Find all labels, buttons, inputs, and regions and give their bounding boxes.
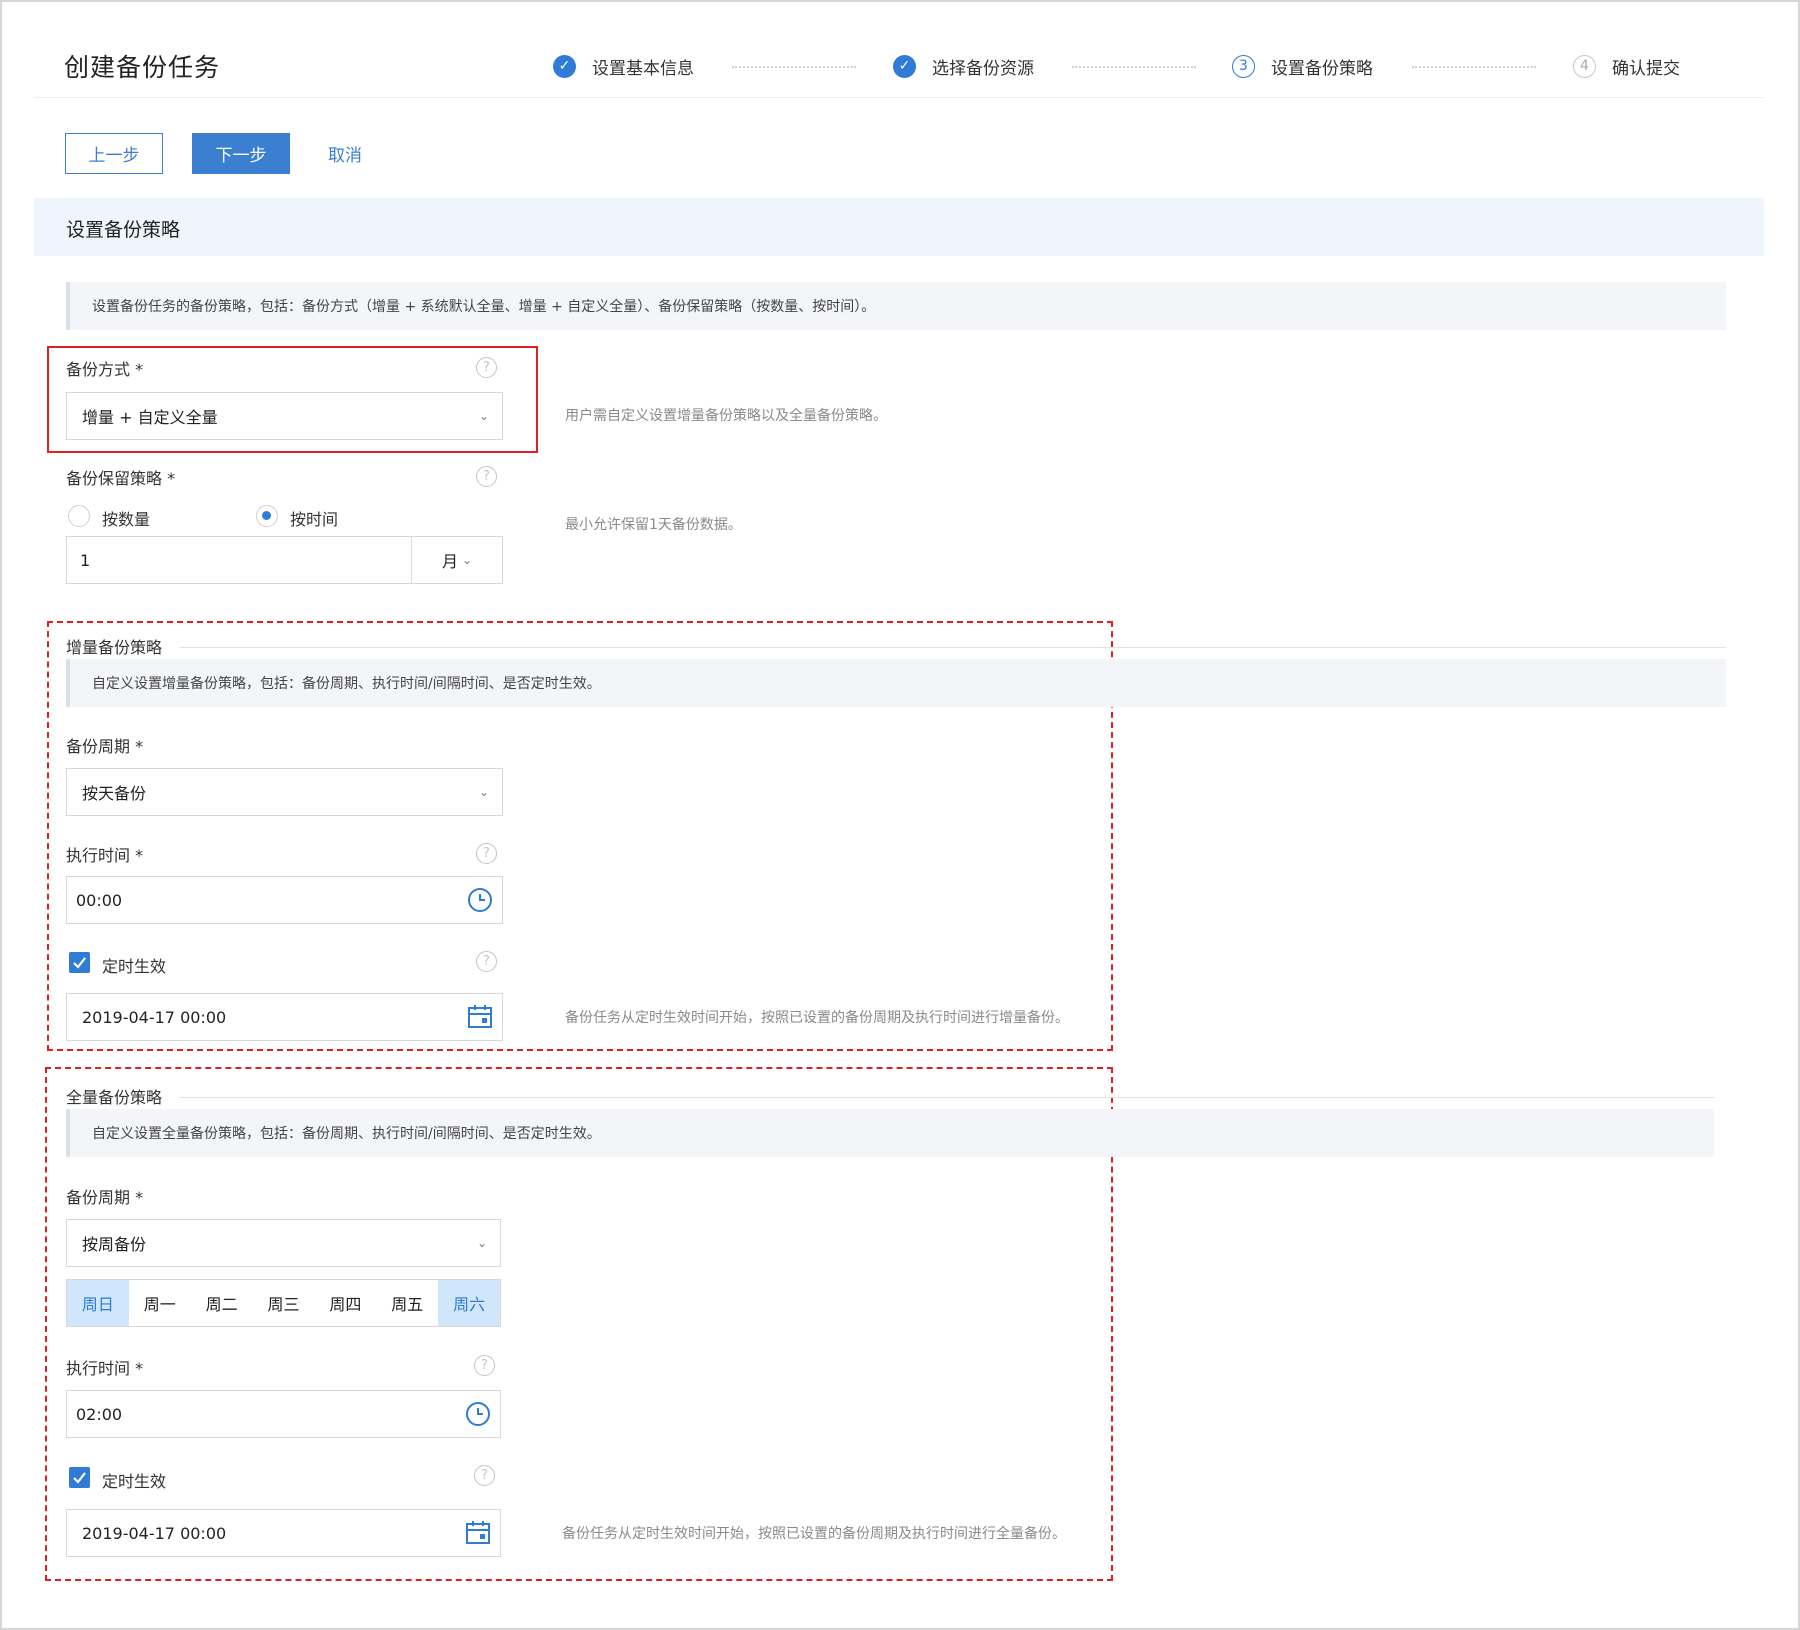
full-datetime-input[interactable]: 2019-04-17 00:00 [66, 1509, 501, 1557]
incremental-cycle-label: 备份周期 * [66, 737, 144, 756]
weekday-sunday[interactable]: 周日 [67, 1280, 129, 1326]
legend-divider [180, 647, 1726, 648]
calendar-icon[interactable] [456, 1520, 500, 1546]
chevron-down-icon: ⌄ [478, 785, 490, 799]
step-number-icon: 4 [1573, 54, 1596, 78]
input-value: 00:00 [76, 890, 123, 910]
help-icon[interactable]: ? [474, 1355, 495, 1376]
full-time-input[interactable]: 02:00 [66, 1390, 501, 1438]
step-basic-info: ✓ 设置基本信息 [553, 52, 694, 80]
step-connector [732, 66, 856, 68]
full-time-label: 执行时间 * [66, 1359, 144, 1378]
chevron-down-icon: ⌄ [461, 553, 473, 567]
weekday-friday[interactable]: 周五 [376, 1280, 438, 1326]
incremental-cycle-select[interactable]: 按天备份 ⌄ [66, 768, 503, 816]
incremental-datetime-input[interactable]: 2019-04-17 00:00 [66, 993, 503, 1041]
step-label: 设置备份策略 [1271, 58, 1373, 79]
notice-text: 自定义设置全量备份策略，包括：备份周期、执行时间/间隔时间、是否定时生效。 [92, 1126, 601, 1142]
backup-mode-label: 备份方式 * [66, 360, 144, 379]
help-icon[interactable]: ? [476, 357, 497, 378]
clock-icon[interactable] [456, 1401, 500, 1427]
section-header: 设置备份策略 [34, 198, 1764, 256]
input-value: 2019-04-17 00:00 [82, 1523, 227, 1543]
incremental-timed-checkbox[interactable] [69, 952, 90, 973]
chevron-down-icon: ⌄ [476, 1236, 488, 1250]
calendar-icon[interactable] [458, 1004, 502, 1030]
input-value: 2019-04-17 00:00 [82, 1007, 227, 1027]
full-timed-label: 定时生效 [102, 1472, 167, 1491]
header-divider [34, 97, 1764, 98]
retention-value-input[interactable]: 1 [66, 536, 412, 584]
weekday-monday[interactable]: 周一 [129, 1280, 191, 1326]
notice-text: 自定义设置增量备份策略，包括：备份周期、执行时间/间隔时间、是否定时生效。 [92, 676, 601, 692]
help-icon[interactable]: ? [476, 466, 497, 487]
policy-notice: 设置备份任务的备份策略，包括：备份方式（增量 + 系统默认全量、增量 + 自定义… [66, 282, 1726, 330]
step-label: 设置基本信息 [592, 58, 694, 79]
backup-mode-select[interactable]: 增量 + 自定义全量 ⌄ [66, 392, 503, 440]
prev-step-button[interactable]: 上一步 [65, 133, 163, 174]
step-label: 选择备份资源 [932, 58, 1034, 79]
section-title: 设置备份策略 [66, 219, 181, 241]
incremental-notice: 自定义设置增量备份策略，包括：备份周期、执行时间/间隔时间、是否定时生效。 [66, 659, 1726, 707]
check-circle-icon: ✓ [893, 54, 916, 78]
full-cycle-label: 备份周期 * [66, 1188, 144, 1207]
retention-hint: 最小允许保留1天备份数据。 [565, 517, 742, 533]
retention-time-label: 按时间 [290, 510, 339, 529]
step-number-icon: 3 [1232, 54, 1255, 78]
check-icon [73, 957, 86, 969]
retention-unit-select[interactable]: 月 ⌄ [411, 536, 503, 584]
backup-mode-hint: 用户需自定义设置增量备份策略以及全量备份策略。 [565, 408, 887, 424]
legend-divider [180, 1097, 1714, 1098]
retention-label: 备份保留策略 * [66, 469, 176, 488]
full-title: 全量备份策略 [66, 1088, 163, 1107]
weekday-selector: 周日 周一 周二 周三 周四 周五 周六 [66, 1279, 501, 1327]
cancel-button[interactable]: 取消 [305, 133, 385, 174]
retention-time-radio[interactable] [256, 505, 278, 527]
help-icon[interactable]: ? [476, 843, 497, 864]
retention-count-radio[interactable] [68, 505, 90, 527]
select-value: 月 [441, 552, 458, 571]
step-select-resources: ✓ 选择备份资源 [893, 52, 1034, 80]
incremental-time-label: 执行时间 * [66, 846, 144, 865]
weekday-wednesday[interactable]: 周三 [253, 1280, 315, 1326]
step-connector [1072, 66, 1196, 68]
weekday-tuesday[interactable]: 周二 [191, 1280, 253, 1326]
select-value: 增量 + 自定义全量 [82, 408, 218, 427]
input-value: 02:00 [76, 1404, 123, 1424]
incremental-title: 增量备份策略 [66, 638, 163, 657]
step-label: 确认提交 [1612, 58, 1680, 79]
select-value: 按周备份 [82, 1235, 147, 1254]
notice-text: 设置备份任务的备份策略，包括：备份方式（增量 + 系统默认全量、增量 + 自定义… [92, 299, 876, 315]
incremental-time-input[interactable]: 00:00 [66, 876, 503, 924]
next-step-button[interactable]: 下一步 [192, 133, 290, 174]
full-timed-checkbox[interactable] [69, 1467, 90, 1488]
clock-icon[interactable] [458, 887, 502, 913]
check-circle-icon: ✓ [553, 54, 576, 78]
retention-count-label: 按数量 [102, 510, 151, 529]
incremental-timed-label: 定时生效 [102, 957, 167, 976]
step-connector [1412, 66, 1536, 68]
full-hint: 备份任务从定时生效时间开始，按照已设置的备份周期及执行时间进行全量备份。 [562, 1526, 1066, 1542]
weekday-thursday[interactable]: 周四 [314, 1280, 376, 1326]
step-backup-policy: 3 设置备份策略 [1232, 52, 1373, 80]
page-title: 创建备份任务 [64, 53, 221, 82]
input-value: 1 [80, 550, 91, 570]
help-icon[interactable]: ? [476, 951, 497, 972]
weekday-saturday[interactable]: 周六 [438, 1280, 501, 1326]
full-notice: 自定义设置全量备份策略，包括：备份周期、执行时间/间隔时间、是否定时生效。 [66, 1109, 1714, 1157]
step-confirm: 4 确认提交 [1573, 52, 1680, 80]
full-cycle-select[interactable]: 按周备份 ⌄ [66, 1219, 501, 1267]
select-value: 按天备份 [82, 784, 147, 803]
check-icon [73, 1472, 86, 1484]
help-icon[interactable]: ? [474, 1465, 495, 1486]
incremental-hint: 备份任务从定时生效时间开始，按照已设置的备份周期及执行时间进行增量备份。 [565, 1010, 1069, 1026]
chevron-down-icon: ⌄ [478, 409, 490, 423]
